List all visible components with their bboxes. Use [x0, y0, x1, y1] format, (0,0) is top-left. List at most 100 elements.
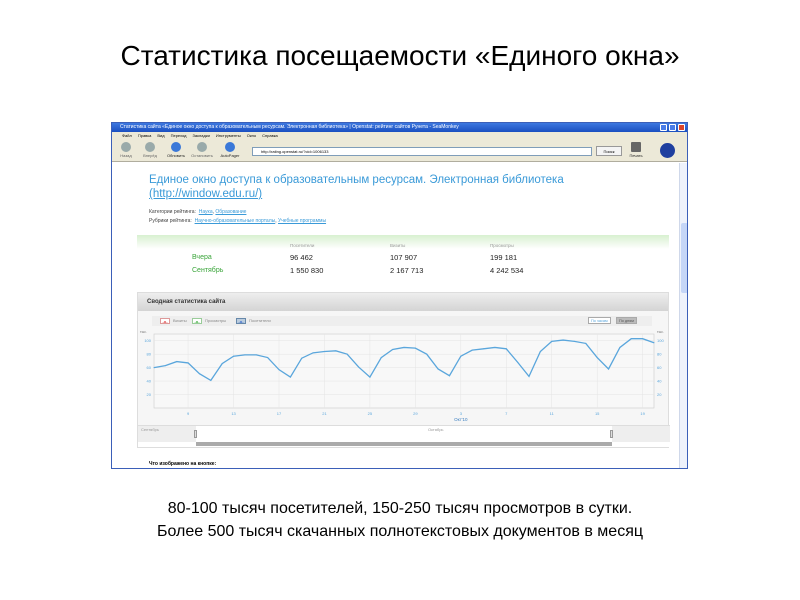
data-point [460, 355, 462, 357]
print-button[interactable]: Печать [624, 142, 648, 158]
chart-legend: -o- Визиты -o- Просмотры -o- Посетители По … [152, 316, 652, 326]
scroller-bar[interactable] [196, 442, 612, 446]
x-axis-label: Окт'10 [454, 417, 468, 422]
data-point [312, 352, 314, 354]
vertical-scrollbar[interactable] [679, 163, 687, 468]
scroller-handle-left[interactable] [194, 430, 197, 438]
stop-icon [197, 142, 207, 152]
category-link[interactable]: Образование [215, 209, 246, 215]
back-arrow-icon [121, 142, 131, 152]
menu-view[interactable]: Вид [157, 133, 164, 138]
data-point [301, 357, 303, 359]
menu-tools[interactable]: Инструменты [216, 133, 241, 138]
data-point [448, 375, 450, 377]
y-tick-label-left: 40 [147, 379, 152, 384]
category-link[interactable]: Наука [199, 209, 213, 215]
plot-area [153, 333, 655, 409]
menu-file[interactable]: Файл [122, 133, 132, 138]
x-tick-label: 17 [277, 411, 282, 416]
visitors-chart: тыс. тыс. 20 20 40 40 60 60 80 80 100 100 9 13 17 21 25 2… [140, 330, 664, 422]
url-input[interactable]: http://rating.openstat.ru/?cid=1006133 [252, 147, 592, 156]
timeline-scroller[interactable]: Сентябрь Октябрь [138, 425, 670, 447]
panel-title: Сводная статистика сайта [138, 293, 668, 311]
maximize-button[interactable] [669, 124, 676, 131]
x-tick-label: 15 [595, 411, 600, 416]
data-point [437, 368, 439, 370]
slide-caption: 80-100 тысяч посетителей, 150-250 тысяч … [0, 497, 800, 543]
data-point [369, 376, 371, 378]
data-point [585, 342, 587, 344]
menu-bookmarks[interactable]: Закладки [193, 133, 210, 138]
forward-button[interactable]: Вперёд [138, 142, 162, 158]
x-tick-label: 13 [231, 411, 236, 416]
data-point [483, 348, 485, 350]
by-days-button[interactable]: По дням [616, 317, 637, 324]
row-label: Вчера [192, 254, 212, 261]
y-tick-label-right: 60 [657, 365, 662, 370]
data-point [426, 353, 428, 355]
x-tick-label: 21 [322, 411, 327, 416]
stat-value: 1 550 830 [290, 266, 324, 275]
menu-edit[interactable]: Правка [138, 133, 152, 138]
y-axis-unit-right: тыс. [657, 330, 664, 334]
reload-icon [171, 142, 181, 152]
site-link[interactable]: (http://window.edu.ru/) [149, 188, 262, 200]
scroller-handle-right[interactable] [610, 430, 613, 438]
menu-window[interactable]: Окно [247, 133, 256, 138]
data-point [323, 350, 325, 352]
data-point [528, 375, 530, 377]
data-point [619, 346, 621, 348]
menu-help[interactable]: Справка [262, 133, 278, 138]
data-point [233, 355, 235, 357]
stat-value: 96 462 [290, 253, 313, 262]
summary-panel: Сводная статистика сайта -o- Визиты -o- Пр… [137, 292, 670, 448]
data-point [392, 348, 394, 350]
data-point [642, 338, 644, 340]
data-point [176, 361, 178, 363]
x-tick-label: 9 [187, 411, 190, 416]
scroller-label: Сентябрь [141, 427, 159, 432]
data-point [187, 362, 189, 364]
y-tick-label-left: 60 [147, 365, 152, 370]
data-point [471, 349, 473, 351]
data-point [517, 361, 519, 363]
data-point [596, 357, 598, 359]
close-button[interactable] [678, 124, 685, 131]
stat-value: 107 907 [390, 253, 418, 262]
menu-go[interactable]: Переход [171, 133, 187, 138]
rubric-link[interactable]: Научно-образовательные порталы [195, 218, 276, 224]
column-header: Посетители [290, 243, 315, 248]
scrollbar-thumb[interactable] [681, 223, 687, 293]
data-point [539, 350, 541, 352]
legend-visits[interactable]: -o- Визиты [160, 318, 187, 324]
data-point [653, 342, 655, 344]
data-point [380, 357, 382, 359]
menu-bar: Файл Правка Вид Переход Закладки Инструменты О… [112, 132, 687, 140]
data-point [346, 353, 348, 355]
by-hours-button[interactable]: По часам [588, 317, 611, 324]
stop-button[interactable]: Остановить [190, 142, 214, 158]
y-tick-label-right: 80 [657, 352, 662, 357]
search-button[interactable]: Поиск [596, 146, 622, 156]
back-button[interactable]: Назад [114, 142, 138, 158]
x-tick-label: 7 [505, 411, 508, 416]
data-point [573, 340, 575, 342]
y-tick-label-left: 20 [147, 392, 152, 397]
data-point [221, 363, 223, 365]
legend-views[interactable]: -o- Просмотры [192, 318, 226, 324]
data-point [608, 368, 610, 370]
data-point [267, 357, 269, 359]
rubric-link[interactable]: Учебные программы [278, 218, 326, 224]
reload-button[interactable]: Обновить [164, 142, 188, 158]
rubrics-line: Рубрики рейтинга: Научно-образовательные… [149, 218, 327, 224]
x-tick-label: 25 [368, 411, 373, 416]
caption-line: 80-100 тысяч посетителей, 150-250 тысяч … [167, 500, 633, 517]
data-point [164, 365, 166, 367]
column-header: Просмотры [490, 243, 514, 248]
y-tick-label-right: 20 [657, 392, 662, 397]
browser-screenshot: Статистика сайта «Единое окно доступа к … [111, 122, 688, 469]
legend-visitors[interactable]: -o- Посетители [236, 318, 271, 324]
autopager-button[interactable]: AutoPager [218, 142, 242, 158]
minimize-button[interactable] [660, 124, 667, 131]
stat-value: 2 167 713 [390, 266, 424, 275]
